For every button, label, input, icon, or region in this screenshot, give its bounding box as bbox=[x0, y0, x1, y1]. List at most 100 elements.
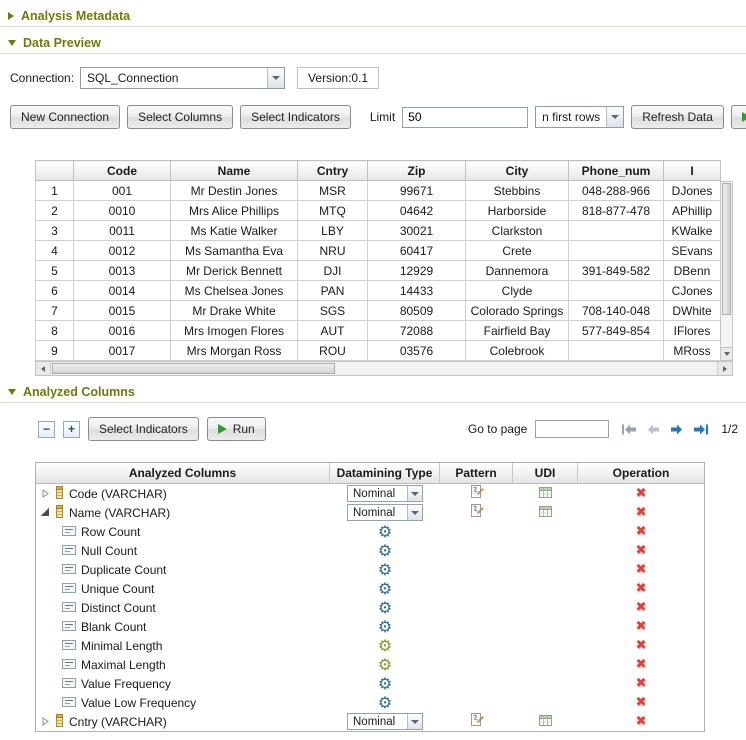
delete-icon[interactable]: ✖ bbox=[636, 658, 647, 671]
chevron-down-icon[interactable] bbox=[407, 714, 422, 729]
horizontal-scrollbar[interactable] bbox=[35, 361, 733, 376]
scrollbar-track[interactable] bbox=[51, 362, 717, 375]
section-header-analyzed-columns[interactable]: Analyzed Columns bbox=[0, 376, 746, 402]
delete-icon[interactable]: ✖ bbox=[636, 582, 647, 595]
table-row[interactable]: 2 0010 Mrs Alice Phillips MTQ 04642 Harb… bbox=[36, 201, 721, 221]
udi-icon[interactable] bbox=[539, 715, 552, 729]
datamining-type-combo[interactable]: Nominal bbox=[347, 504, 423, 521]
select-indicators-button[interactable]: Select Indicators bbox=[88, 417, 199, 441]
delete-icon[interactable]: ✖ bbox=[636, 677, 647, 690]
delete-icon[interactable]: ✖ bbox=[636, 639, 647, 652]
scroll-down-button[interactable] bbox=[721, 347, 732, 360]
column-header-partial[interactable]: I bbox=[664, 161, 721, 181]
indicator-row[interactable]: Duplicate Count ⚙ ✖ bbox=[36, 560, 704, 579]
scroll-left-button[interactable] bbox=[36, 362, 51, 375]
twistie-expanded-icon[interactable] bbox=[8, 389, 16, 395]
run-button[interactable]: Run bbox=[731, 105, 746, 129]
next-page-icon[interactable] bbox=[669, 424, 685, 435]
delete-icon[interactable]: ✖ bbox=[636, 487, 647, 500]
gear-icon[interactable]: ⚙ bbox=[378, 619, 392, 635]
scrollbar-thumb[interactable] bbox=[722, 183, 731, 315]
run-button[interactable]: Run bbox=[207, 417, 266, 441]
select-columns-button[interactable]: Select Columns bbox=[127, 105, 233, 129]
vertical-scrollbar[interactable] bbox=[720, 181, 733, 361]
collapse-all-button[interactable]: − bbox=[38, 421, 55, 438]
header-analyzed-columns[interactable]: Analyzed Columns bbox=[36, 463, 330, 483]
gear-icon[interactable]: ⚙ bbox=[378, 581, 392, 597]
delete-icon[interactable]: ✖ bbox=[636, 696, 647, 709]
gear-icon[interactable]: ⚙ bbox=[378, 543, 392, 559]
section-header-analysis-metadata[interactable]: Analysis Metadata bbox=[0, 0, 746, 26]
indicator-row[interactable]: Null Count ⚙ ✖ bbox=[36, 541, 704, 560]
datamining-type-combo[interactable]: Nominal bbox=[347, 713, 423, 730]
delete-icon[interactable]: ✖ bbox=[636, 506, 647, 519]
gear-icon[interactable]: ⚙ bbox=[378, 657, 392, 673]
indicator-row[interactable]: Blank Count ⚙ ✖ bbox=[36, 617, 704, 636]
delete-icon[interactable]: ✖ bbox=[636, 525, 647, 538]
limit-input[interactable] bbox=[402, 107, 528, 128]
column-header-city[interactable]: City bbox=[466, 161, 569, 181]
new-connection-button[interactable]: New Connection bbox=[10, 105, 120, 129]
gear-icon[interactable]: ⚙ bbox=[378, 676, 392, 692]
column-header-cntry[interactable]: Cntry bbox=[298, 161, 368, 181]
table-row[interactable]: 9 0017 Mrs Morgan Ross ROU 03576 Colebro… bbox=[36, 341, 721, 361]
delete-icon[interactable]: ✖ bbox=[636, 620, 647, 633]
expander-icon[interactable] bbox=[41, 717, 50, 726]
pattern-icon[interactable] bbox=[470, 713, 484, 730]
refresh-data-button[interactable]: Refresh Data bbox=[631, 105, 724, 129]
table-row[interactable]: 4 0012 Ms Samantha Eva NRU 60417 Crete S… bbox=[36, 241, 721, 261]
datamining-type-combo[interactable]: Nominal bbox=[347, 485, 423, 502]
indicator-row[interactable]: Maximal Length ⚙ ✖ bbox=[36, 655, 704, 674]
connection-combo[interactable]: SQL_Connection bbox=[80, 67, 285, 89]
gear-icon[interactable]: ⚙ bbox=[378, 695, 392, 711]
delete-icon[interactable]: ✖ bbox=[636, 563, 647, 576]
analyzed-column-row[interactable]: Cntry (VARCHAR) Nominal bbox=[36, 712, 704, 731]
delete-icon[interactable]: ✖ bbox=[636, 601, 647, 614]
gear-icon[interactable]: ⚙ bbox=[378, 600, 392, 616]
table-row[interactable]: 6 0014 Ms Chelsea Jones PAN 14433 Clyde … bbox=[36, 281, 721, 301]
indicator-row[interactable]: Value Low Frequency ⚙ ✖ bbox=[36, 693, 704, 712]
chevron-down-icon[interactable] bbox=[267, 68, 284, 88]
scrollbar-thumb[interactable] bbox=[52, 363, 335, 374]
header-operation[interactable]: Operation bbox=[578, 463, 704, 483]
expander-icon[interactable] bbox=[41, 508, 50, 517]
indicator-row[interactable]: Minimal Length ⚙ ✖ bbox=[36, 636, 704, 655]
table-row[interactable]: 1 001 Mr Destin Jones MSR 99671 Stebbins… bbox=[36, 181, 721, 201]
header-datamining-type[interactable]: Datamining Type bbox=[330, 463, 440, 483]
indicator-row[interactable]: Value Frequency ⚙ ✖ bbox=[36, 674, 704, 693]
table-row[interactable]: 5 0013 Mr Derick Bennett DJI 12929 Danne… bbox=[36, 261, 721, 281]
column-header-phone[interactable]: Phone_num bbox=[569, 161, 664, 181]
pattern-icon[interactable] bbox=[470, 504, 484, 521]
column-header-name[interactable]: Name bbox=[171, 161, 298, 181]
expand-all-button[interactable]: + bbox=[63, 421, 80, 438]
analyzed-column-row[interactable]: Code (VARCHAR) Nominal bbox=[36, 484, 704, 503]
udi-icon[interactable] bbox=[539, 506, 552, 520]
column-header-zip[interactable]: Zip bbox=[368, 161, 466, 181]
goto-page-input[interactable] bbox=[535, 420, 609, 438]
chevron-down-icon[interactable] bbox=[407, 505, 422, 520]
expander-icon[interactable] bbox=[41, 489, 50, 498]
analyzed-column-row[interactable]: Name (VARCHAR) Nominal bbox=[36, 503, 704, 522]
delete-icon[interactable]: ✖ bbox=[636, 544, 647, 557]
rows-mode-combo[interactable]: n first rows bbox=[535, 106, 624, 128]
pattern-icon[interactable] bbox=[470, 485, 484, 502]
delete-icon[interactable]: ✖ bbox=[636, 715, 647, 728]
gear-icon[interactable]: ⚙ bbox=[378, 562, 392, 578]
chevron-down-icon[interactable] bbox=[606, 107, 623, 127]
gear-icon[interactable]: ⚙ bbox=[378, 524, 392, 540]
previous-page-icon[interactable] bbox=[645, 424, 661, 435]
section-header-data-preview[interactable]: Data Preview bbox=[0, 27, 746, 53]
table-row[interactable]: 8 0016 Mrs Imogen Flores AUT 72088 Fairf… bbox=[36, 321, 721, 341]
indicator-row[interactable]: Row Count ⚙ ✖ bbox=[36, 522, 704, 541]
twistie-collapsed-icon[interactable] bbox=[8, 12, 14, 20]
select-indicators-button[interactable]: Select Indicators bbox=[240, 105, 351, 129]
indicator-row[interactable]: Unique Count ⚙ ✖ bbox=[36, 579, 704, 598]
column-header-code[interactable]: Code bbox=[74, 161, 171, 181]
header-pattern[interactable]: Pattern bbox=[440, 463, 513, 483]
header-udi[interactable]: UDI bbox=[513, 463, 578, 483]
chevron-down-icon[interactable] bbox=[407, 486, 422, 501]
first-page-icon[interactable] bbox=[621, 424, 637, 435]
indicator-row[interactable]: Distinct Count ⚙ ✖ bbox=[36, 598, 704, 617]
table-row[interactable]: 7 0015 Mr Drake White SGS 80509 Colorado… bbox=[36, 301, 721, 321]
last-page-icon[interactable] bbox=[693, 424, 709, 435]
